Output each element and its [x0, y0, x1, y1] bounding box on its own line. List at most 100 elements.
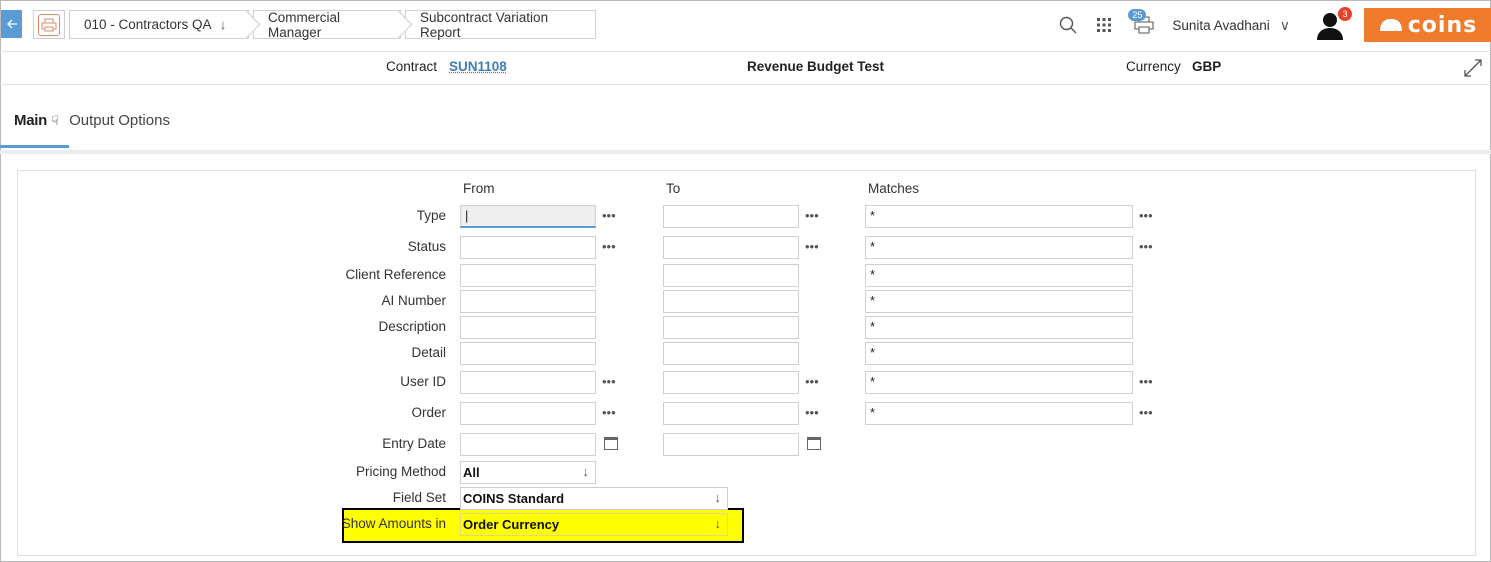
- detail-matches-input[interactable]: *: [865, 342, 1133, 365]
- back-button[interactable]: [1, 10, 22, 38]
- description-label: Description: [378, 319, 446, 334]
- type-from-input[interactable]: |: [460, 205, 596, 228]
- field-set-label: Field Set: [392, 490, 446, 505]
- description-from-input[interactable]: [460, 316, 596, 339]
- header-actions: 25 Sunita Avadhani ∨ 3 COINS: [1054, 7, 1491, 42]
- order-matches-lookup-icon[interactable]: •••: [1139, 405, 1153, 420]
- ai-number-to-input[interactable]: [663, 290, 799, 313]
- order-label: Order: [411, 405, 446, 420]
- chevron-down-icon: ↓: [219, 17, 227, 32]
- alert-badge: 3: [1338, 7, 1352, 21]
- arrow-down-icon: ↓: [582, 464, 590, 479]
- ai-number-from-input[interactable]: [460, 290, 596, 313]
- detail-to-input[interactable]: [663, 342, 799, 365]
- order-to-input[interactable]: [663, 402, 799, 425]
- order-matches-input[interactable]: *: [865, 402, 1133, 425]
- notification-badge: 25: [1128, 9, 1147, 21]
- arrow-down-icon: ↓: [714, 516, 722, 531]
- search-button[interactable]: [1054, 11, 1082, 39]
- user-id-label: User ID: [400, 374, 446, 389]
- search-icon: [1060, 16, 1077, 34]
- type-matches-input[interactable]: *: [865, 205, 1133, 228]
- order-from-input[interactable]: [460, 402, 596, 425]
- user-id-to-input[interactable]: [663, 371, 799, 394]
- calendar-icon[interactable]: [807, 437, 821, 450]
- pricing-method-label: Pricing Method: [355, 464, 446, 479]
- tab-output-options-label: Output Options: [69, 112, 170, 129]
- status-matches-input[interactable]: *: [865, 236, 1133, 259]
- breadcrumb-company-label: 010 - Contractors QA: [84, 17, 212, 32]
- hardhat-icon: [1379, 19, 1402, 31]
- breadcrumb-report[interactable]: Subcontract Variation Report: [405, 9, 596, 40]
- detail-label: Detail: [411, 345, 446, 360]
- type-from-lookup-icon[interactable]: •••: [602, 208, 616, 223]
- grid-icon: [1097, 18, 1112, 32]
- divider: [0, 84, 1491, 85]
- column-header-to: To: [666, 181, 681, 196]
- type-to-input[interactable]: [663, 205, 799, 228]
- status-from-input[interactable]: [460, 236, 596, 259]
- coins-logo: COINS: [1364, 8, 1491, 42]
- client-reference-label: Client Reference: [345, 267, 446, 282]
- status-label: Status: [407, 239, 446, 254]
- ai-number-matches-input[interactable]: *: [865, 290, 1133, 313]
- client-reference-from-input[interactable]: [460, 264, 596, 287]
- contract-title: Revenue Budget Test: [747, 59, 885, 74]
- type-matches-lookup-icon[interactable]: •••: [1139, 208, 1153, 223]
- tab-main[interactable]: Main ☟: [0, 108, 70, 148]
- client-reference-to-input[interactable]: [663, 264, 799, 287]
- user-name[interactable]: Sunita Avadhani: [1172, 18, 1269, 33]
- column-header-from: From: [463, 181, 495, 196]
- breadcrumb-module-label: Commercial Manager: [268, 9, 341, 40]
- currency-label: Currency: [1126, 59, 1181, 74]
- expand-button[interactable]: [1462, 57, 1484, 82]
- show-amounts-select[interactable]: Order Currency ↓: [460, 513, 728, 536]
- client-reference-matches-input[interactable]: *: [865, 264, 1133, 287]
- user-avatar-button[interactable]: 3: [1314, 7, 1352, 41]
- tab-bar: Main ☟ Output Options: [0, 108, 184, 148]
- status-to-lookup-icon[interactable]: •••: [805, 239, 819, 254]
- contract-bar: Contract SUN1108 Revenue Budget Test Cur…: [0, 59, 1491, 79]
- order-to-lookup-icon[interactable]: •••: [805, 405, 819, 420]
- pricing-method-select[interactable]: All ↓: [460, 461, 596, 484]
- arrow-down-icon: ↓: [714, 490, 722, 505]
- field-set-select[interactable]: COINS Standard ↓: [460, 487, 728, 510]
- tab-output-options[interactable]: Output Options: [69, 108, 184, 148]
- show-amounts-value: Order Currency: [463, 517, 560, 532]
- user-id-from-lookup-icon[interactable]: •••: [602, 374, 616, 389]
- breadcrumb-report-label: Subcontract Variation Report: [420, 9, 549, 40]
- status-from-lookup-icon[interactable]: •••: [602, 239, 616, 254]
- status-matches-lookup-icon[interactable]: •••: [1139, 239, 1153, 254]
- user-id-to-lookup-icon[interactable]: •••: [805, 374, 819, 389]
- user-id-matches-input[interactable]: *: [865, 371, 1133, 394]
- type-to-lookup-icon[interactable]: •••: [805, 208, 819, 223]
- currency-value: GBP: [1192, 59, 1222, 74]
- apps-button[interactable]: [1090, 11, 1118, 39]
- field-set-value: COINS Standard: [463, 491, 565, 506]
- print-queue-button[interactable]: 25: [1128, 9, 1158, 39]
- entry-date-from-input[interactable]: [460, 433, 596, 456]
- detail-from-input[interactable]: [460, 342, 596, 365]
- breadcrumb-module[interactable]: Commercial Manager: [253, 9, 413, 40]
- breadcrumb-company[interactable]: 010 - Contractors QA ↓: [69, 9, 261, 40]
- hand-cursor-icon: ☟: [51, 113, 60, 128]
- entry-date-to-input[interactable]: [663, 433, 799, 456]
- user-id-from-input[interactable]: [460, 371, 596, 394]
- type-label: Type: [416, 208, 446, 223]
- description-to-input[interactable]: [663, 316, 799, 339]
- column-header-matches: Matches: [868, 181, 920, 196]
- print-button[interactable]: [33, 10, 65, 39]
- tab-divider: [0, 150, 1491, 154]
- calendar-icon[interactable]: [604, 437, 618, 450]
- description-matches-input[interactable]: *: [865, 316, 1133, 339]
- order-from-lookup-icon[interactable]: •••: [602, 405, 616, 420]
- status-to-input[interactable]: [663, 236, 799, 259]
- chevron-down-icon[interactable]: ∨: [1280, 17, 1290, 34]
- arrow-left-icon: [6, 19, 17, 29]
- tab-main-label: Main: [14, 112, 47, 129]
- contract-link[interactable]: SUN1108: [449, 59, 507, 74]
- contract-label: Contract: [386, 59, 438, 74]
- user-id-matches-lookup-icon[interactable]: •••: [1139, 374, 1153, 389]
- show-amounts-label: Show Amounts in: [341, 516, 446, 531]
- breadcrumb: 010 - Contractors QA ↓ Commercial Manage…: [33, 9, 600, 40]
